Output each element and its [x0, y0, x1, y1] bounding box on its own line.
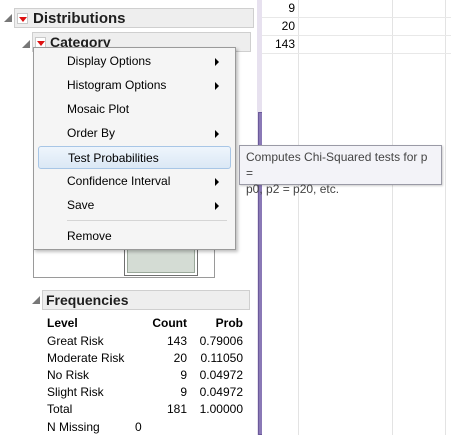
n-missing-label: N Missing	[47, 420, 100, 434]
level-cell: Slight Risk	[47, 385, 104, 399]
menu-item-label: Display Options	[67, 54, 152, 68]
menu-item-confidence-interval[interactable]: Confidence Interval	[38, 170, 231, 193]
menu-item-save[interactable]: Save	[38, 194, 231, 217]
frequencies-header-row: Level Count Prob	[47, 316, 257, 333]
count-cell: 20	[173, 351, 187, 365]
menu-item-label: Histogram Options	[67, 78, 167, 92]
menu-item-label: Confidence Interval	[67, 174, 171, 188]
distributions-red-triangle-icon[interactable]	[17, 13, 28, 24]
grid-cell[interactable]: 9	[265, 1, 295, 15]
grid-cell[interactable]: 143	[265, 37, 295, 51]
level-cell: No Risk	[47, 368, 90, 382]
grid-row-divider	[262, 17, 451, 18]
count-cell: 9	[180, 368, 187, 382]
menu-item-label: Remove	[67, 229, 112, 243]
tooltip: Computes Chi-Squared tests for p = p0, p…	[239, 145, 442, 196]
menu-item-label: Test Probabilities	[68, 151, 159, 165]
grid-cell[interactable]: 20	[265, 19, 295, 33]
menu-item-test-probabilities[interactable]: Test Probabilities	[38, 146, 231, 169]
level-cell: Total	[47, 402, 73, 416]
frequencies-header[interactable]: Frequencies	[42, 290, 250, 310]
table-row: Moderate Risk 20 0.11050	[47, 351, 257, 368]
menu-item-label: Save	[67, 198, 95, 212]
prob-cell: 0.04972	[199, 385, 243, 399]
level-column-header: Level	[47, 316, 78, 330]
menu-item-histogram-options[interactable]: Histogram Options	[38, 74, 231, 97]
prob-cell: 0.11050	[200, 351, 244, 365]
table-row: No Risk 9 0.04972	[47, 368, 257, 385]
submenu-arrow-icon	[215, 178, 219, 186]
menu-item-mosaic-plot[interactable]: Mosaic Plot	[38, 98, 231, 121]
distributions-disclosure-icon[interactable]	[4, 14, 12, 22]
grid-column-divider	[445, 0, 446, 435]
submenu-arrow-icon	[215, 58, 219, 66]
red-triangle-menu: Display Options Histogram Options Mosaic…	[33, 47, 236, 250]
n-missing-value: 0	[135, 420, 142, 434]
menu-item-label: Order By	[67, 126, 116, 140]
grid-column-divider	[298, 0, 299, 435]
menu-item-remove[interactable]: Remove	[38, 225, 231, 248]
table-row: Great Risk 143 0.79006	[47, 334, 257, 351]
prob-cell: 0.04972	[199, 368, 243, 382]
count-cell: 143	[166, 334, 187, 348]
submenu-arrow-icon	[215, 130, 219, 138]
count-column-header: Count	[152, 316, 187, 330]
menu-item-display-options[interactable]: Display Options	[38, 50, 231, 73]
level-cell: Great Risk	[47, 334, 104, 348]
distributions-header[interactable]: Distributions	[14, 8, 254, 28]
frequencies-title: Frequencies	[46, 292, 129, 308]
submenu-arrow-icon	[215, 202, 219, 210]
distributions-title: Distributions	[33, 10, 126, 27]
prob-cell: 0.79006	[199, 334, 243, 348]
n-missing-row: N Missing 0	[47, 420, 257, 437]
frequencies-disclosure-icon[interactable]	[32, 296, 40, 304]
menu-item-order-by[interactable]: Order By	[38, 122, 231, 145]
submenu-arrow-icon	[215, 82, 219, 90]
prob-cell: 1.00000	[199, 402, 243, 416]
table-row: Slight Risk 9 0.04972	[47, 385, 257, 402]
grid-row-divider	[262, 53, 451, 54]
histogram-bar	[124, 248, 198, 276]
count-cell: 181	[166, 402, 187, 416]
grid-column-divider	[392, 0, 393, 435]
menu-item-label: Mosaic Plot	[67, 102, 130, 116]
category-disclosure-icon[interactable]	[22, 40, 30, 48]
data-grid: 9 20 143	[262, 0, 451, 435]
grid-row-divider	[262, 35, 451, 36]
menu-separator	[67, 220, 227, 221]
tooltip-line: p0, p2 = p20, etc.	[246, 182, 340, 196]
table-row: Total 181 1.00000	[47, 402, 257, 419]
level-cell: Moderate Risk	[47, 351, 125, 365]
tooltip-line: Computes Chi-Squared tests for p =	[246, 150, 428, 180]
prob-column-header: Prob	[215, 316, 243, 330]
count-cell: 9	[180, 385, 187, 399]
